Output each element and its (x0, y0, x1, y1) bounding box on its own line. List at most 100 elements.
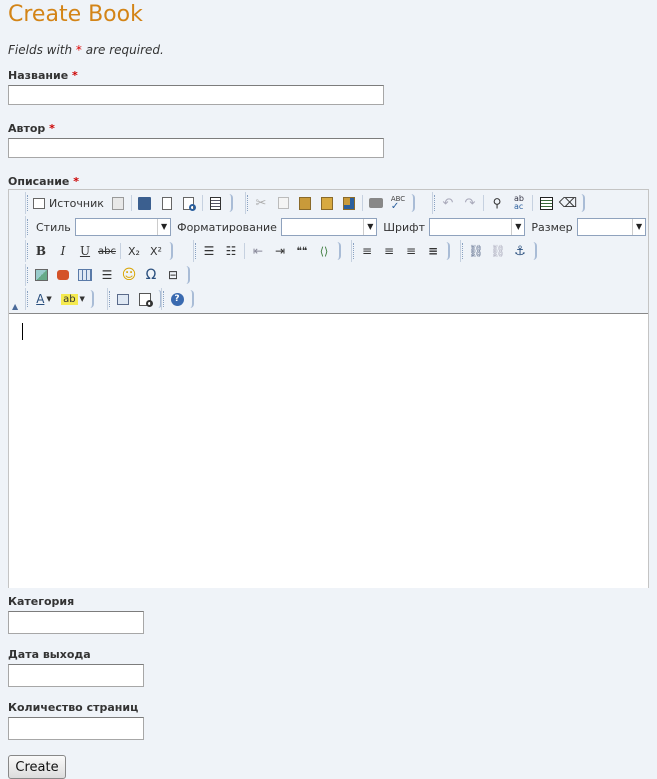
about-button[interactable]: ? (166, 289, 188, 309)
table-icon (78, 269, 92, 281)
superscript-icon: X² (150, 244, 162, 258)
select-all-button[interactable] (535, 193, 557, 213)
paste-button[interactable] (294, 193, 316, 213)
horizontal-rule-button[interactable]: ☰ (96, 265, 118, 285)
create-div-button[interactable]: ⟨⟩ (313, 241, 335, 261)
cut-button[interactable]: ✂ (250, 193, 272, 213)
smiley-button[interactable]: ☺ (118, 265, 140, 285)
italic-button[interactable]: I (52, 241, 74, 261)
source-button-label: Источник (49, 196, 104, 210)
align-right-icon: ≡ (405, 244, 417, 258)
maximize-icon (117, 293, 129, 305)
templates-button[interactable] (107, 193, 129, 213)
print-button[interactable] (365, 193, 387, 213)
superscript-button[interactable]: X² (145, 241, 167, 261)
redo-icon: ↷ (464, 195, 476, 211)
font-combo[interactable]: ▼ (429, 218, 526, 236)
size-combo[interactable]: ▼ (576, 218, 647, 236)
copy-button[interactable] (272, 193, 294, 213)
maximize-button[interactable] (112, 289, 134, 309)
toolbar-group-document: Источник (25, 192, 233, 214)
text-color-icon: A (36, 292, 45, 306)
toolbar-group-styles: Стиль ▼ Форматирование ▼ Шрифт ▼ Размер … (25, 216, 647, 238)
find-button[interactable]: ⚲ (486, 193, 508, 213)
link-button[interactable]: ⛓ (465, 241, 487, 261)
flash-button[interactable] (52, 265, 74, 285)
category-input[interactable] (8, 611, 144, 634)
spellcheck-button[interactable]: ABC ✓ (387, 193, 409, 213)
numbered-list-button[interactable]: ☰ (198, 241, 220, 261)
editor-content-area[interactable] (9, 313, 648, 588)
collapse-toolbar-icon[interactable]: ▲ (12, 303, 22, 311)
release-date-input[interactable] (8, 664, 144, 687)
special-char-button[interactable]: Ω (140, 265, 162, 285)
text-caret (22, 323, 23, 340)
indent-button[interactable]: ⇥ (269, 241, 291, 261)
table-button[interactable] (74, 265, 96, 285)
page-break-icon: ⊟ (167, 268, 179, 282)
toolbar-separator (483, 195, 484, 211)
toolbar-separator (130, 195, 132, 211)
author-input[interactable] (8, 138, 384, 158)
paste-word-button[interactable] (338, 193, 360, 213)
author-required-marker: * (49, 122, 55, 135)
page-title: Create Book (8, 2, 143, 27)
bold-button[interactable]: B (30, 241, 52, 261)
strike-button[interactable]: abc (96, 241, 118, 261)
help-icon: ? (170, 292, 184, 306)
outdent-button[interactable]: ⇤ (247, 241, 269, 261)
unlink-button[interactable]: ⛓ (487, 241, 509, 261)
author-label: Автор * (8, 122, 55, 135)
paste-word-icon (343, 196, 355, 210)
page-break-button[interactable]: ⊟ (162, 265, 184, 285)
justify-button[interactable]: ≡ (422, 241, 444, 261)
preview-icon (183, 196, 197, 211)
release-date-label: Дата выхода (8, 648, 91, 661)
chevron-down-icon: ▼ (157, 219, 170, 235)
preview-button[interactable] (178, 193, 200, 213)
redo-button[interactable]: ↷ (459, 193, 481, 213)
page-count-input[interactable] (8, 717, 144, 740)
templates-list-button[interactable] (205, 193, 227, 213)
toolbar-group-links: ⛓ ⛓ ⚓ (460, 240, 537, 262)
format-combo-label: Форматирование (177, 220, 277, 234)
rich-text-editor: Источник ✂ ABC ✓ ↶ ↷ ⚲ ab ac ⌫ Стиль ▼ Ф… (8, 189, 649, 588)
paste-text-icon (321, 196, 333, 210)
underline-button[interactable]: U (74, 241, 96, 261)
blockquote-button[interactable]: ❝❝ (291, 241, 313, 261)
show-blocks-button[interactable] (134, 289, 156, 309)
text-color-button[interactable]: A ▼ (30, 289, 58, 309)
image-button[interactable] (30, 265, 52, 285)
toolbar-separator (362, 195, 363, 211)
align-right-button[interactable]: ≡ (400, 241, 422, 261)
remove-format-button[interactable]: ⌫ (557, 193, 579, 213)
bg-color-button[interactable]: ab ▼ (58, 289, 88, 309)
create-button[interactable]: Create (8, 755, 66, 779)
bulleted-list-button[interactable]: ☷ (220, 241, 242, 261)
name-label-text: Название (8, 69, 69, 82)
copy-icon (277, 197, 289, 209)
align-left-button[interactable]: ≡ (356, 241, 378, 261)
indent-icon: ⇥ (274, 244, 286, 258)
spellcheck-icon: ABC ✓ (390, 194, 406, 212)
bulleted-list-icon: ☷ (225, 244, 237, 258)
paste-text-button[interactable] (316, 193, 338, 213)
format-combo[interactable]: ▼ (280, 218, 378, 236)
toolbar-group-clipboard: ✂ ABC ✓ (245, 192, 415, 214)
replace-icon: ab ac (514, 194, 524, 211)
align-center-button[interactable]: ≡ (378, 241, 400, 261)
new-page-button[interactable] (156, 193, 178, 213)
undo-button[interactable]: ↶ (437, 193, 459, 213)
save-button[interactable] (134, 193, 156, 213)
required-note-suffix: are required. (81, 43, 164, 57)
source-button[interactable]: Источник (30, 193, 107, 213)
omega-icon: Ω (145, 267, 157, 283)
cut-icon: ✂ (255, 195, 267, 211)
name-input[interactable] (8, 85, 384, 105)
replace-button[interactable]: ab ac (508, 193, 530, 213)
description-label: Описание * (8, 175, 79, 188)
subscript-button[interactable]: X₂ (123, 241, 145, 261)
style-combo[interactable]: ▼ (74, 218, 172, 236)
chevron-down-icon: ▼ (363, 219, 376, 235)
anchor-button[interactable]: ⚓ (509, 241, 531, 261)
